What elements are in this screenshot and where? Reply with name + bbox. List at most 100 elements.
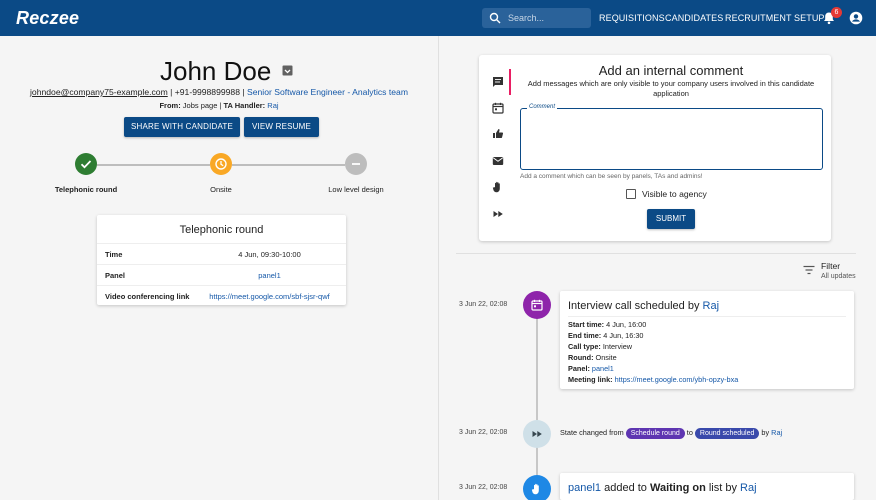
- submit-button[interactable]: SUBMIT: [647, 209, 695, 229]
- comment-field[interactable]: Comment: [520, 104, 823, 170]
- hand-icon[interactable]: [492, 181, 504, 193]
- from-state-chip: Schedule round: [625, 428, 685, 439]
- detail-key: End time:: [568, 331, 602, 340]
- hand-icon: [531, 483, 539, 495]
- event-title-text: Interview call scheduled by: [568, 300, 703, 312]
- top-bar: Reczee REQUISITIONS CANDIDATES RECRUITME…: [0, 0, 876, 36]
- calendar-icon[interactable]: [492, 102, 504, 114]
- detail-value: 4 Jun, 16:00: [604, 320, 647, 329]
- account-icon[interactable]: [849, 11, 863, 25]
- detail-row: End time: 4 Jun, 16:30: [568, 331, 643, 340]
- candidate-contact: johndoe@company75-example.com | +91-9998…: [0, 87, 438, 97]
- calendar-icon: [531, 299, 543, 311]
- step-label: Low level design: [328, 185, 384, 194]
- event-user-link[interactable]: Raj: [771, 428, 782, 437]
- detail-key: Meeting link:: [568, 375, 613, 384]
- nav-candidates[interactable]: CANDIDATES: [665, 13, 723, 23]
- step-low-level-design[interactable]: [345, 153, 367, 175]
- event-date: 3 Jun 22, 02:08: [459, 484, 508, 491]
- detail-key: Panel:: [568, 364, 590, 373]
- detail-value: 4 Jun, 16:30: [601, 331, 644, 340]
- source-info: From: Jobs page | TA Handler: Raj: [0, 101, 438, 110]
- timeline-connector: [536, 447, 538, 475]
- event-title-text: added to: [601, 482, 650, 494]
- step-label: Telephonic round: [54, 185, 118, 194]
- detail-row: Call type: Interview: [568, 342, 632, 351]
- event-node: [523, 475, 551, 500]
- panel-link[interactable]: panel1: [568, 482, 601, 494]
- panel-link[interactable]: panel1: [590, 364, 614, 373]
- detail-row: Meeting link: https://meet.google.com/yb…: [568, 375, 738, 384]
- list-name: Waiting on: [649, 482, 706, 494]
- nav-recruitment-setup[interactable]: RECRUITMENT SETUP: [725, 13, 825, 23]
- detail-key: Start time:: [568, 320, 605, 329]
- candidate-phone: +91-9998899988: [174, 87, 240, 97]
- candidate-email[interactable]: johndoe@company75-example.com: [30, 87, 168, 97]
- section-divider: [456, 253, 856, 254]
- event-card: panel1 added to Waiting on list by Raj: [560, 473, 854, 500]
- comment-field-label: Comment: [527, 104, 558, 110]
- comment-icon[interactable]: [492, 76, 504, 88]
- event-node: [523, 420, 551, 448]
- row-key: Panel: [105, 271, 126, 280]
- event-user-link[interactable]: Raj: [703, 300, 720, 312]
- detail-value: Onsite: [593, 353, 617, 362]
- event-card: Interview call scheduled by Raj Start ti…: [560, 291, 854, 389]
- from-value: Jobs page |: [180, 101, 224, 110]
- comment-input[interactable]: [525, 115, 818, 165]
- event-title-text: list by: [705, 482, 741, 494]
- candidate-role-link[interactable]: Senior Software Engineer - Analytics tea…: [247, 87, 408, 97]
- event-title: Interview call scheduled by Raj: [568, 300, 719, 312]
- filter-icon[interactable]: [803, 265, 815, 275]
- thumbs-icon[interactable]: [492, 128, 504, 140]
- event-user-link[interactable]: Raj: [740, 482, 757, 494]
- active-tab-indicator: [509, 69, 511, 95]
- filter-label[interactable]: Filter: [821, 261, 840, 271]
- round-details-card: Telephonic round Time 4 Jun, 09:30-10:00…: [97, 215, 346, 305]
- archive-icon[interactable]: [282, 65, 293, 76]
- detail-value: Interview: [600, 342, 633, 351]
- fast-forward-icon[interactable]: [492, 208, 504, 220]
- video-conferencing-link[interactable]: https://meet.google.com/sbf-sjsr-qwf: [197, 292, 342, 301]
- filter-value[interactable]: All updates: [821, 273, 856, 280]
- fast-forward-icon: [532, 431, 542, 437]
- contact-separator: |: [239, 87, 247, 97]
- table-row: Video conferencing link https://meet.goo…: [97, 285, 346, 306]
- comment-panel-subtitle: Add messages which are only visible to y…: [527, 79, 815, 98]
- column-divider: [438, 36, 439, 500]
- search-box[interactable]: [482, 8, 591, 28]
- view-resume-button[interactable]: VIEW RESUME: [244, 117, 319, 137]
- table-row: Time 4 Jun, 09:30-10:00: [97, 243, 346, 264]
- timeline-connector: [536, 318, 538, 420]
- meeting-link[interactable]: https://meet.google.com/ybh-opzy-bxa: [613, 375, 739, 384]
- event-date: 3 Jun 22, 02:08: [459, 301, 508, 308]
- contact-separator: |: [167, 87, 175, 97]
- step-telephonic-round[interactable]: [75, 153, 97, 175]
- comment-panel: Add an internal comment Add messages whi…: [479, 55, 831, 241]
- comment-panel-title: Add an internal comment: [598, 63, 744, 78]
- card-divider: [568, 316, 846, 317]
- step-onsite[interactable]: [210, 153, 232, 175]
- nav-requisitions[interactable]: REQUISITIONS: [599, 13, 665, 23]
- ta-handler-link[interactable]: Raj: [267, 101, 278, 110]
- detail-key: Call type:: [568, 342, 601, 351]
- logo[interactable]: Reczee: [16, 8, 79, 29]
- visible-to-agency-checkbox[interactable]: [626, 189, 636, 199]
- notification-badge: 6: [831, 7, 842, 18]
- ta-handler-label: TA Handler:: [223, 101, 266, 110]
- detail-row: Panel: panel1: [568, 364, 614, 373]
- mail-icon[interactable]: [492, 155, 504, 167]
- panel-link[interactable]: panel1: [197, 271, 342, 280]
- search-input[interactable]: [508, 10, 588, 26]
- stepper-connector: [97, 164, 210, 166]
- table-row: Panel panel1: [97, 264, 346, 285]
- share-with-candidate-button[interactable]: SHARE WITH CANDIDATE: [124, 117, 240, 137]
- row-value: 4 Jun, 09:30-10:00: [238, 250, 301, 259]
- clock-icon: [215, 158, 227, 170]
- to-state-chip: Round scheduled: [694, 428, 760, 439]
- event-date: 3 Jun 22, 02:08: [459, 429, 508, 436]
- state-text-mid: to: [684, 428, 695, 437]
- stepper-connector: [232, 164, 345, 166]
- from-label: From:: [159, 101, 181, 110]
- visible-to-agency-label[interactable]: Visible to agency: [642, 189, 707, 199]
